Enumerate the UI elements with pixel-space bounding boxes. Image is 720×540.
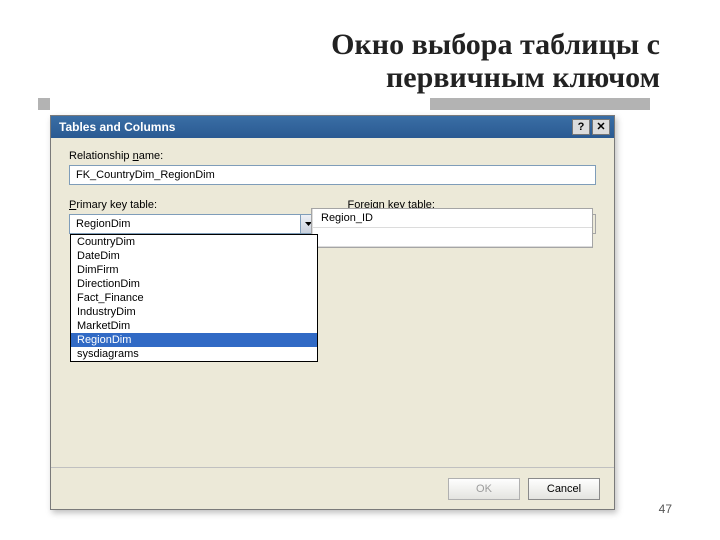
dropdown-option[interactable]: RegionDim xyxy=(71,333,317,347)
fk-column-cell[interactable]: Region_ID xyxy=(312,209,592,228)
page-number: 47 xyxy=(659,502,672,516)
decorative-bar xyxy=(430,98,650,110)
label-part: Relationship xyxy=(69,150,133,162)
decorative-square xyxy=(38,98,50,110)
dropdown-option[interactable]: sysdiagrams xyxy=(71,347,317,361)
fk-column-cell-empty[interactable] xyxy=(312,228,592,247)
primary-key-combobox-input[interactable] xyxy=(70,215,300,233)
relationship-name-input[interactable] xyxy=(69,165,596,185)
label-part: ame: xyxy=(139,150,163,162)
close-button[interactable]: ✕ xyxy=(592,119,610,135)
tables-and-columns-dialog: Tables and Columns ? ✕ Relationship name… xyxy=(50,115,615,510)
help-button[interactable]: ? xyxy=(572,119,590,135)
dropdown-option[interactable]: DimFirm xyxy=(71,263,317,277)
relationship-name-label: Relationship name: xyxy=(69,150,596,162)
dialog-body: Relationship name: Primary key table: Co… xyxy=(51,138,614,244)
primary-key-column: Primary key table: CountryDimDateDimDimF… xyxy=(69,199,318,234)
slide-title: Окно выбора таблицы с первичным ключом xyxy=(200,28,660,94)
dropdown-option[interactable]: DateDim xyxy=(71,249,317,263)
dialog-titlebar: Tables and Columns ? ✕ xyxy=(51,116,614,138)
dropdown-option[interactable]: Fact_Finance xyxy=(71,291,317,305)
primary-key-dropdown-list[interactable]: CountryDimDateDimDimFirmDirectionDimFact… xyxy=(70,234,318,362)
dropdown-option[interactable]: DirectionDim xyxy=(71,277,317,291)
primary-key-label: Primary key table: xyxy=(69,199,318,211)
label-part: rimary key table: xyxy=(76,199,157,211)
dropdown-option[interactable]: IndustryDim xyxy=(71,305,317,319)
dropdown-option[interactable]: MarketDim xyxy=(71,319,317,333)
cancel-button[interactable]: Cancel xyxy=(528,478,600,500)
dropdown-option[interactable]: CountryDim xyxy=(71,235,317,249)
primary-key-combobox[interactable]: CountryDimDateDimDimFirmDirectionDimFact… xyxy=(69,214,318,234)
foreign-key-columns-grid: Region_ID xyxy=(311,208,593,248)
dialog-footer: OK Cancel xyxy=(51,467,614,509)
dialog-title: Tables and Columns xyxy=(59,120,175,134)
ok-button[interactable]: OK xyxy=(448,478,520,500)
